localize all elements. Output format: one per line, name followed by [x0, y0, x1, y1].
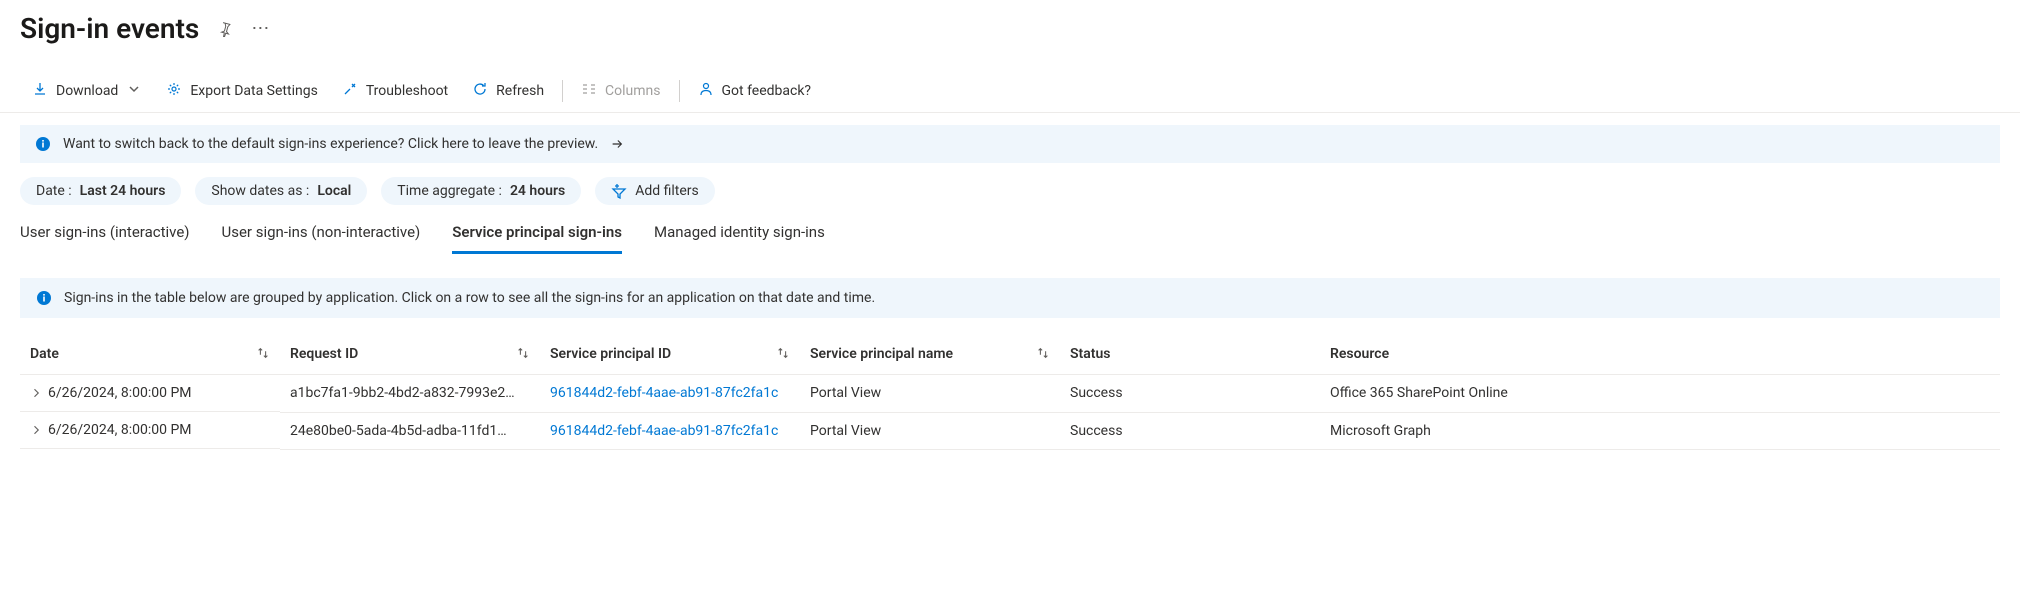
download-icon [32, 81, 48, 101]
cell-sp-id[interactable]: 961844d2-febf-4aae-ab91-87fc2fa1c [550, 423, 778, 439]
preview-banner[interactable]: Want to switch back to the default sign-… [20, 125, 2000, 163]
info-icon [35, 136, 51, 152]
cell-resource: Microsoft Graph [1320, 412, 2000, 449]
table-row[interactable]: 6/26/2024, 8:00:00 PM a1bc7fa1-9bb2-4bd2… [20, 375, 2000, 413]
refresh-icon [472, 81, 488, 101]
col-header-date[interactable]: Date [20, 336, 280, 375]
tab-service-principal[interactable]: Service principal sign-ins [452, 215, 622, 254]
col-header-request-id[interactable]: Request ID [280, 336, 540, 375]
filter-agg-label: Time aggregate : [397, 183, 502, 199]
wrench-icon [342, 81, 358, 101]
col-header-resource-label: Resource [1330, 346, 1389, 362]
columns-button: Columns [569, 73, 672, 109]
col-header-sp-id[interactable]: Service principal ID [540, 336, 800, 375]
page-title: Sign-in events [20, 12, 199, 45]
col-header-resource[interactable]: Resource [1320, 336, 2000, 375]
download-button[interactable]: Download [20, 73, 154, 109]
filter-aggregate[interactable]: Time aggregate : 24 hours [381, 177, 581, 205]
cell-sp-name: Portal View [800, 412, 1060, 449]
refresh-button[interactable]: Refresh [460, 73, 556, 109]
filter-dates-as-value: Local [317, 183, 351, 199]
troubleshoot-label: Troubleshoot [366, 83, 448, 99]
cell-status: Success [1060, 375, 1320, 413]
separator [679, 80, 680, 102]
table-row[interactable]: 6/26/2024, 8:00:00 PM 24e80be0-5ada-4b5d… [20, 412, 2000, 449]
info-icon [36, 290, 52, 306]
tab-user-noninteractive[interactable]: User sign-ins (non-interactive) [222, 215, 421, 254]
arrow-right-icon [610, 137, 624, 151]
title-row: Sign-in events ⋯ [20, 12, 2000, 45]
col-header-sp-name-label: Service principal name [810, 346, 953, 362]
cell-status: Success [1060, 412, 1320, 449]
download-label: Download [56, 83, 118, 99]
tab-managed-identity[interactable]: Managed identity sign-ins [654, 215, 825, 254]
columns-label: Columns [605, 83, 660, 99]
pin-icon[interactable] [217, 21, 233, 37]
cell-sp-name: Portal View [800, 375, 1060, 413]
chevron-right-icon[interactable] [30, 387, 42, 399]
feedback-icon [698, 81, 714, 101]
add-filters-button[interactable]: Add filters [595, 177, 715, 205]
export-label: Export Data Settings [190, 83, 317, 99]
cell-resource: Office 365 SharePoint Online [1320, 375, 2000, 413]
filter-dates-as[interactable]: Show dates as : Local [195, 177, 367, 205]
feedback-label: Got feedback? [722, 83, 812, 99]
grouping-info-banner: Sign-ins in the table below are grouped … [20, 278, 2000, 318]
filter-add-icon [611, 183, 627, 199]
tabs: User sign-ins (interactive) User sign-in… [20, 215, 2000, 254]
cell-date: 6/26/2024, 8:00:00 PM [48, 422, 192, 438]
col-header-sp-id-label: Service principal ID [550, 346, 671, 362]
more-icon[interactable]: ⋯ [251, 18, 270, 39]
col-header-date-label: Date [30, 346, 59, 362]
grouping-info-text: Sign-ins in the table below are grouped … [64, 290, 875, 306]
sort-icon[interactable] [256, 346, 270, 360]
tab-user-interactive[interactable]: User sign-ins (interactive) [20, 215, 190, 254]
filter-date-label: Date : [36, 183, 72, 199]
col-header-sp-name[interactable]: Service principal name [800, 336, 1060, 375]
refresh-label: Refresh [496, 83, 544, 99]
filter-date[interactable]: Date : Last 24 hours [20, 177, 181, 205]
col-header-status[interactable]: Status [1060, 336, 1320, 375]
cell-sp-id[interactable]: 961844d2-febf-4aae-ab91-87fc2fa1c [550, 385, 778, 401]
columns-icon [581, 81, 597, 101]
sort-icon[interactable] [1036, 346, 1050, 360]
troubleshoot-button[interactable]: Troubleshoot [330, 73, 460, 109]
chevron-down-icon [126, 81, 142, 101]
col-header-request-id-label: Request ID [290, 346, 358, 362]
feedback-button[interactable]: Got feedback? [686, 73, 824, 109]
chevron-right-icon[interactable] [30, 424, 42, 436]
cell-date: 6/26/2024, 8:00:00 PM [48, 385, 192, 401]
col-header-status-label: Status [1070, 346, 1110, 362]
add-filters-label: Add filters [635, 183, 699, 199]
gear-icon [166, 81, 182, 101]
preview-banner-text: Want to switch back to the default sign-… [63, 136, 598, 152]
signins-table: Date Request ID Service principal ID Ser… [20, 336, 2000, 450]
cell-request-id: a1bc7fa1-9bb2-4bd2-a832-7993e2… [280, 375, 540, 413]
filter-date-value: Last 24 hours [80, 183, 166, 199]
filter-dates-as-label: Show dates as : [211, 183, 309, 199]
table-header-row: Date Request ID Service principal ID Ser… [20, 336, 2000, 375]
sort-icon[interactable] [516, 346, 530, 360]
filter-agg-value: 24 hours [510, 183, 565, 199]
cell-request-id: 24e80be0-5ada-4b5d-adba-11fd1… [280, 412, 540, 449]
sort-icon[interactable] [776, 346, 790, 360]
export-button[interactable]: Export Data Settings [154, 73, 329, 109]
separator [562, 80, 563, 102]
toolbar: Download Export Data Settings Troublesho… [0, 69, 2020, 113]
filter-row: Date : Last 24 hours Show dates as : Loc… [20, 177, 2000, 205]
